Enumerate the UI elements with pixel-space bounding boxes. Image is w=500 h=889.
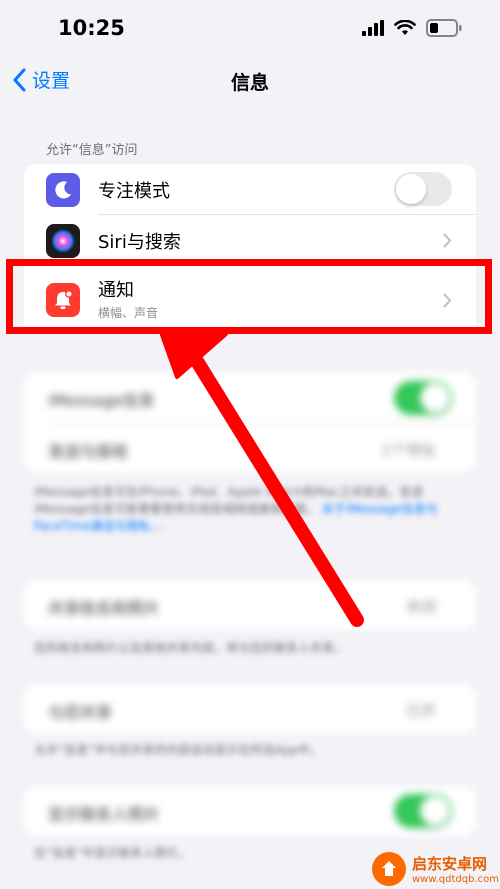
section-footer: iMessage信息可在iPhone、iPad、Apple Watch和Mac之… xyxy=(34,485,438,533)
row-label: 与您共享 xyxy=(48,703,113,722)
row-focus-mode[interactable]: 专注模式 xyxy=(24,164,476,215)
settings-group-shared-with-you: 与您共享 已开 xyxy=(24,684,476,734)
status-time: 10:25 xyxy=(58,16,125,40)
row-label: Siri与搜索 xyxy=(98,231,181,253)
contact-photos-toggle[interactable] xyxy=(394,794,452,828)
moon-icon xyxy=(46,172,80,207)
row-label: 共享姓名和照片 xyxy=(48,599,161,618)
section-footer: 您的姓名和照片以及其他共享内容，将与您的联系人共享。 xyxy=(34,641,347,655)
settings-group-imessage: iMessage信息 发送与接收 2个地址 xyxy=(24,372,476,472)
page-title: 信息 xyxy=(230,72,269,94)
row-value: 已开 xyxy=(405,702,436,720)
settings-group-share-name: 共享姓名和照片 关闭 xyxy=(24,580,476,630)
section-header: 允许“信息”访问 xyxy=(46,143,138,158)
row-label: 显示联系人照片 xyxy=(48,805,161,824)
siri-icon xyxy=(46,223,80,258)
divider xyxy=(48,422,476,423)
chevron-right-icon xyxy=(443,233,452,248)
focus-mode-toggle[interactable] xyxy=(394,172,452,206)
watermark-title: 启东安卓网 xyxy=(412,855,488,873)
watermark-logo-icon xyxy=(372,852,406,886)
wifi-icon xyxy=(394,20,416,35)
row-value: 关闭 xyxy=(405,598,436,616)
section-footer: 允许“信息”中与您共享的内容自动显示在所选App中。 xyxy=(34,743,322,757)
row-value: 2个地址 xyxy=(381,441,436,459)
watermark-url: www.qdtdqb.com xyxy=(412,874,499,885)
navigation-bar: 设置 信息 xyxy=(0,60,500,104)
status-icons xyxy=(362,19,462,37)
watermark: 启东安卓网 www.qdtdqb.com xyxy=(372,852,499,886)
section-footer: 在“信息”中显示联系人照片。 xyxy=(34,846,191,860)
status-bar: 10:25 xyxy=(0,0,500,60)
row-label: 专注模式 xyxy=(98,180,170,202)
battery-icon xyxy=(426,19,462,37)
row-label: 发送与接收 xyxy=(48,442,129,461)
cellular-signal-icon xyxy=(362,20,384,36)
highlight-box xyxy=(6,259,492,334)
imessage-toggle[interactable] xyxy=(394,381,452,415)
settings-group-contact-photos: 显示联系人照片 xyxy=(24,786,476,836)
row-label: iMessage信息 xyxy=(48,391,155,410)
